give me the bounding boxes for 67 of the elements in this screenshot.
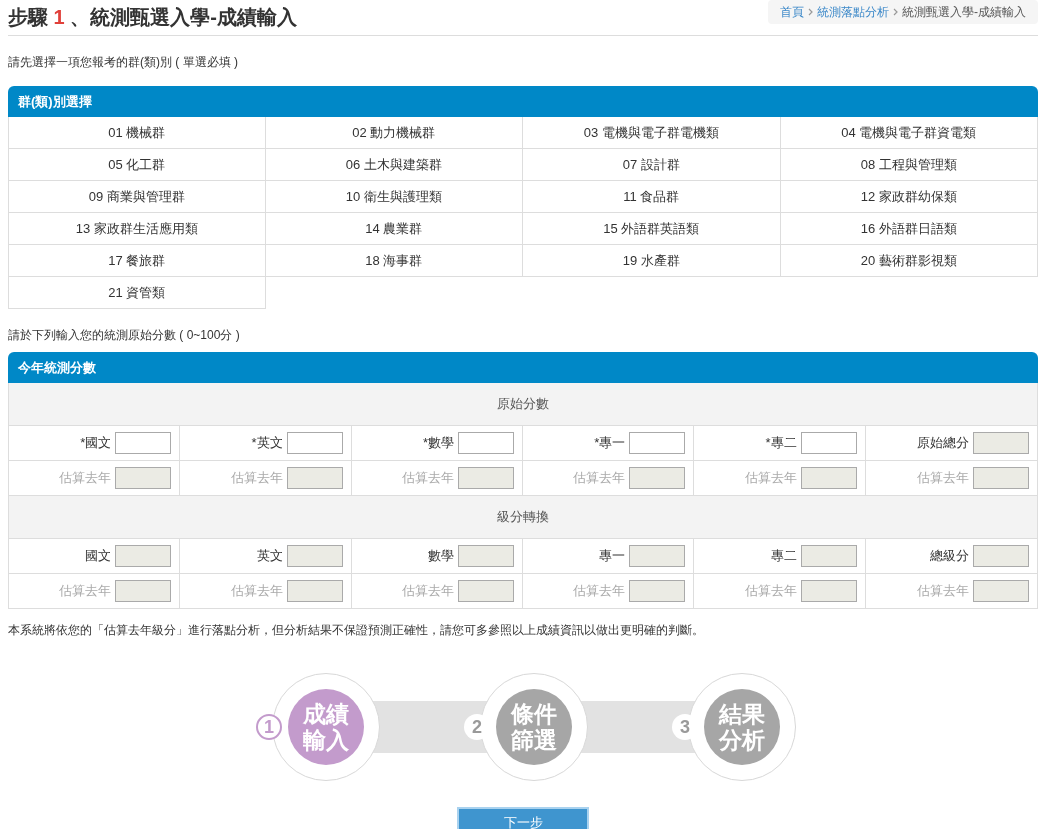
field-label: 估算去年 [230, 469, 283, 488]
field-label: 國文 [85, 547, 112, 566]
section-heading: 級分轉換 [9, 496, 1037, 539]
section-heading: 原始分數 [9, 383, 1037, 426]
step-label: 成績 輸入 [288, 689, 364, 765]
step-number: 1 [256, 714, 282, 740]
group-option[interactable]: 07 設計群 [523, 149, 781, 181]
group-option[interactable]: 04 電機與電子群資電類 [780, 117, 1038, 149]
field-label: 估算去年 [744, 469, 797, 488]
breadcrumb-link[interactable]: 統測落點分析 [817, 3, 889, 21]
group-option[interactable]: 01 機械群 [8, 117, 266, 149]
step-label: 結果 分析 [704, 689, 780, 765]
group-option[interactable]: 02 動力機械群 [265, 117, 523, 149]
score-input[interactable] [286, 432, 343, 454]
group-option[interactable]: 21 資管類 [8, 277, 266, 309]
field-label: 估算去年 [744, 582, 797, 601]
field-label: 英文 [256, 547, 283, 566]
field-label: 估算去年 [59, 582, 112, 601]
field-label: 估算去年 [573, 469, 626, 488]
instruction-text: 請先選擇一項您報考的群(類)別 ( 單選必填 ) [8, 54, 239, 71]
group-option[interactable]: 05 化工群 [8, 149, 266, 181]
group-option[interactable]: 19 水產群 [523, 245, 781, 277]
group-option[interactable]: 10 衛生與護理類 [265, 181, 523, 213]
score-input[interactable] [629, 432, 686, 454]
chevron-icon [893, 8, 898, 16]
field-label: 估算去年 [402, 582, 454, 601]
field-label: *國文 [80, 434, 112, 453]
group-panel-header: 群(類)別選擇 [8, 86, 1038, 117]
field-label: *數學 [422, 434, 454, 453]
score-input[interactable] [115, 432, 172, 454]
group-option[interactable]: 12 家政群幼保類 [780, 181, 1038, 213]
score-panel-header: 今年統測分數 [8, 352, 1038, 383]
step-label: 條件 篩選 [496, 689, 572, 765]
group-option[interactable]: 11 食品群 [523, 181, 781, 213]
group-option[interactable]: 06 土木與建築群 [265, 149, 523, 181]
score-input[interactable] [458, 432, 514, 454]
notice-text: 本系統將依您的「估算去年級分」進行落點分析，但分析結果不保證預測正確性，請您可多參照以上成績資訊以做出更明確的判斷。 [8, 622, 705, 639]
field-label: *專二 [765, 434, 797, 453]
score-input[interactable] [800, 432, 857, 454]
field-label: 專二 [770, 547, 797, 566]
page-title: 步驟 1 、統測甄選入學-成績輸入 [8, 5, 297, 30]
field-label: 專一 [599, 547, 626, 566]
field-label: 總級分 [930, 547, 969, 566]
breadcrumb-link[interactable]: 首頁 [780, 3, 804, 21]
breadcrumb-current: 統測甄選入學-成績輸入 [902, 4, 1026, 21]
group-option[interactable]: 14 農業群 [265, 213, 523, 245]
group-option[interactable]: 08 工程與管理類 [780, 149, 1038, 181]
instruction-text: 請於下列輸入您的統測原始分數 ( 0~100分 ) [8, 327, 241, 344]
field-label: 估算去年 [917, 582, 969, 601]
group-option[interactable]: 09 商業與管理群 [8, 181, 266, 213]
group-option[interactable]: 16 外語群日語類 [780, 213, 1038, 245]
group-option[interactable]: 03 電機與電子群電機類 [523, 117, 781, 149]
field-label: 估算去年 [59, 469, 112, 488]
field-label: 估算去年 [402, 469, 454, 488]
field-label: 原始總分 [917, 434, 969, 453]
group-option[interactable]: 13 家政群生活應用類 [8, 213, 266, 245]
field-label: 估算去年 [573, 582, 626, 601]
group-option[interactable]: 17 餐旅群 [8, 245, 266, 277]
group-option[interactable]: 20 藝術群影視類 [780, 245, 1038, 277]
field-label: 估算去年 [917, 469, 969, 488]
chevron-icon [808, 8, 813, 16]
field-label: *英文 [251, 434, 283, 453]
field-label: 數學 [428, 547, 454, 566]
field-label: 估算去年 [230, 582, 283, 601]
group-option[interactable]: 18 海事群 [265, 245, 523, 277]
field-label: *專一 [594, 434, 626, 453]
group-option[interactable]: 15 外語群英語類 [523, 213, 781, 245]
